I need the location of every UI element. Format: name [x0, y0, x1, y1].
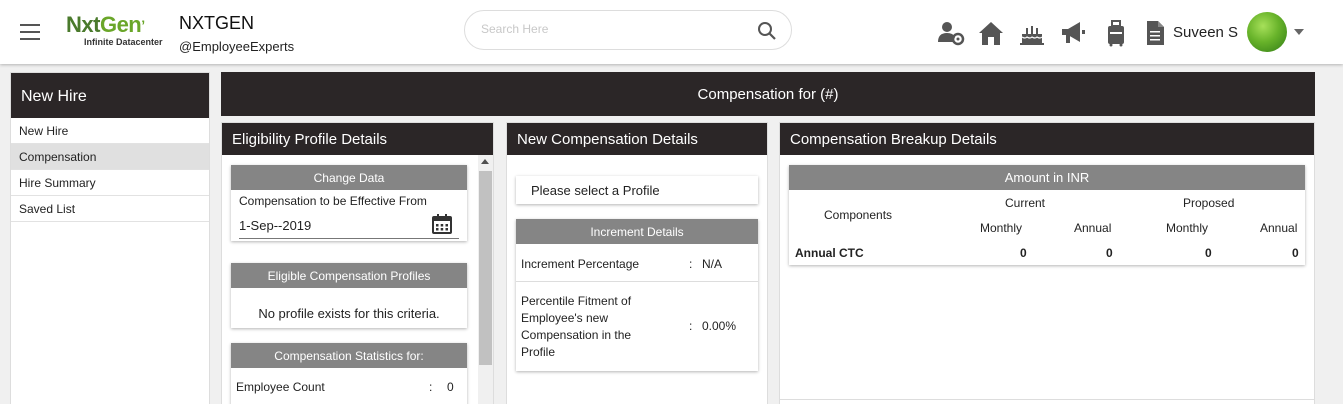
proposed-header: Proposed — [1183, 196, 1235, 210]
employee-count-value: 0 — [447, 380, 454, 394]
change-data-card: Change Data Compensation to be Effective… — [231, 165, 467, 241]
annual-ctc-current-annual: 0 — [1106, 246, 1113, 260]
percentile-fitment-label: Percentile Fitment of Employee's new Com… — [521, 294, 632, 359]
employee-count-label: Employee Count — [236, 380, 325, 394]
sidebar-title: New Hire — [11, 73, 209, 118]
company-name: NXTGEN — [179, 13, 255, 33]
company-block: NXTGEN @EmployeeExperts — [179, 12, 294, 54]
avatar[interactable] — [1247, 12, 1287, 52]
current-header: Current — [1005, 196, 1046, 210]
user-name[interactable]: Suveen S — [1173, 24, 1238, 41]
sidebar-item-hire-summary[interactable]: Hire Summary — [11, 170, 209, 196]
search-icon[interactable] — [757, 21, 777, 41]
increment-row-divider — [516, 281, 758, 282]
scroll-up-icon[interactable] — [481, 159, 489, 164]
effective-date-value: 1-Sep--2019 — [239, 218, 312, 233]
breakup-panel-title: Compensation Breakup Details — [780, 123, 1314, 155]
breakup-panel-footer-line — [780, 399, 1314, 400]
logo-brand-nxt: Nxt — [66, 12, 100, 37]
current-annual-header: Annual — [1074, 221, 1112, 235]
increment-percentage-label: Increment Percentage — [521, 257, 640, 271]
sidebar: New Hire New Hire Compensation Hire Summ… — [10, 72, 210, 404]
percentile-fitment-sep: : — [689, 319, 693, 333]
effective-date-field[interactable]: 1-Sep--2019 — [239, 213, 459, 239]
eligibility-scrollbar[interactable] — [478, 155, 493, 404]
sidebar-item-saved-list[interactable]: Saved List — [11, 196, 209, 222]
logo-tagline: Infinite Datacenter — [84, 37, 163, 47]
sidebar-item-compensation[interactable]: Compensation — [11, 144, 209, 170]
amount-in-inr-header: Amount in INR — [789, 165, 1305, 190]
chevron-down-icon[interactable] — [1294, 29, 1304, 35]
components-header: Components — [824, 208, 893, 222]
current-monthly-header: Monthly — [980, 221, 1023, 235]
increment-details-card: Increment Details Increment Percentage :… — [516, 219, 758, 371]
scrollbar-thumb[interactable] — [479, 171, 492, 365]
annual-ctc-proposed-annual: 0 — [1292, 246, 1299, 260]
select-profile-text: Please select a Profile — [531, 183, 660, 198]
no-profile-message: No profile exists for this criteria. — [258, 306, 440, 321]
increment-details-header: Increment Details — [516, 219, 758, 244]
search-input[interactable] — [481, 22, 741, 36]
eligible-profiles-card: Eligible Compensation Profiles No profil… — [231, 263, 467, 328]
increment-percentage-value: N/A — [702, 257, 723, 271]
search-box[interactable] — [464, 10, 792, 50]
amount-table-card: Amount in INR Components Current Propose… — [789, 165, 1305, 265]
luggage-icon[interactable] — [1101, 18, 1131, 48]
annual-ctc-proposed-monthly: 0 — [1205, 246, 1212, 260]
megaphone-icon[interactable] — [1058, 18, 1088, 48]
employee-count-sep: : — [429, 380, 433, 394]
annual-ctc-current-monthly: 0 — [1020, 246, 1027, 260]
page-title: Compensation for (#) — [221, 72, 1315, 116]
hamburger-menu-icon[interactable] — [20, 24, 40, 40]
users-gear-icon[interactable] — [936, 18, 966, 48]
percentile-fitment-value: 0.00% — [702, 319, 737, 333]
new-comp-panel-title: New Compensation Details — [507, 123, 767, 155]
proposed-annual-header: Annual — [1260, 221, 1298, 235]
proposed-monthly-header: Monthly — [1166, 221, 1209, 235]
cake-icon[interactable] — [1017, 18, 1047, 48]
change-data-header: Change Data — [231, 165, 467, 190]
nxtgen-logo[interactable]: NxtGen’ Infinite Datacenter — [66, 14, 168, 48]
select-profile-card[interactable]: Please select a Profile — [516, 176, 758, 204]
eligible-profiles-header: Eligible Compensation Profiles — [231, 263, 467, 288]
eligibility-panel-title: Eligibility Profile Details — [222, 123, 493, 155]
annual-ctc-label: Annual CTC — [795, 246, 864, 260]
increment-percentage-sep: : — [689, 257, 693, 271]
top-bar: NxtGen’ Infinite Datacenter NXTGEN @Empl… — [0, 0, 1343, 64]
home-icon[interactable] — [976, 18, 1006, 48]
sidebar-item-new-hire[interactable]: New Hire — [11, 118, 209, 144]
comp-stats-header: Compensation Statistics for: — [231, 343, 467, 368]
effective-from-label: Compensation to be Effective From — [239, 194, 427, 208]
comp-stats-card: Compensation Statistics for: Employee Co… — [231, 343, 467, 404]
logo-brand-gen: Gen — [99, 12, 142, 37]
calendar-icon[interactable] — [431, 213, 453, 235]
company-handle: @EmployeeExperts — [179, 39, 295, 54]
document-icon[interactable] — [1140, 18, 1170, 48]
